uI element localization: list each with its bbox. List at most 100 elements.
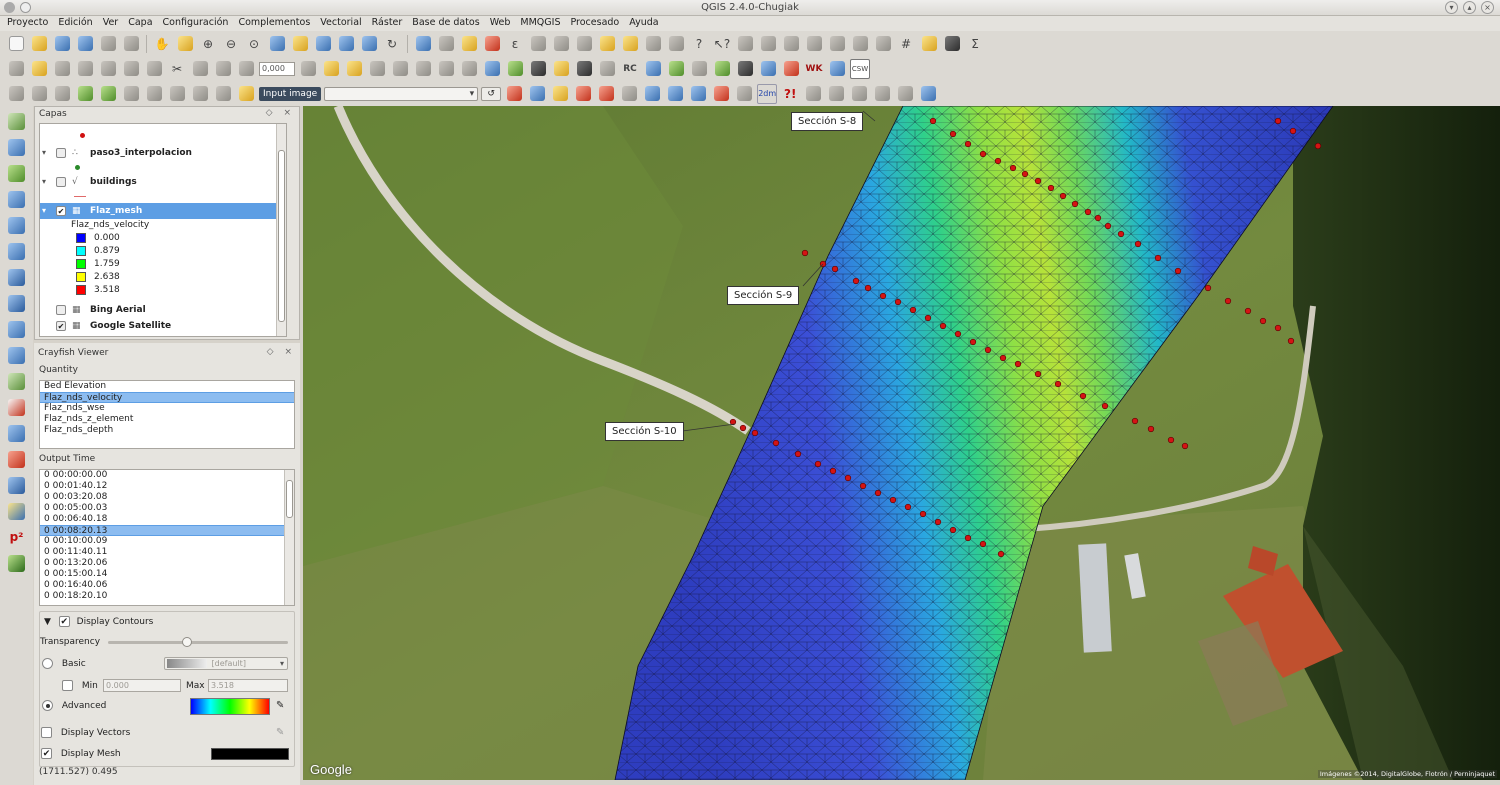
layer-row-paso3[interactable]: ▾ ∴ paso3_interpolacion bbox=[40, 145, 286, 161]
time-item[interactable]: 0 00:01:40.12 bbox=[40, 481, 294, 492]
time-item[interactable]: 0 00:00:00.00 bbox=[40, 470, 294, 481]
label-rotate-icon[interactable] bbox=[413, 59, 433, 79]
transparency-slider[interactable] bbox=[108, 641, 288, 644]
measure-line-icon[interactable] bbox=[574, 34, 594, 54]
digitize-b-icon[interactable] bbox=[826, 84, 846, 104]
layer-visibility-checkbox[interactable]: ✔ bbox=[56, 206, 66, 216]
p2-icon[interactable]: p² bbox=[6, 526, 28, 548]
mesh-select-icon[interactable] bbox=[688, 84, 708, 104]
raster-calc-icon[interactable] bbox=[550, 84, 570, 104]
time-item[interactable]: 0 00:16:40.06 bbox=[40, 580, 294, 591]
edit-pencil-icon[interactable] bbox=[6, 59, 26, 79]
node-tool-icon[interactable] bbox=[121, 59, 141, 79]
min-max-checkbox[interactable] bbox=[62, 680, 73, 691]
collapse-arrow-icon[interactable]: ▾ bbox=[42, 174, 46, 190]
layer-visibility-checkbox[interactable] bbox=[56, 305, 66, 315]
twodm-icon[interactable]: 2dm bbox=[757, 83, 778, 104]
plugin-i-icon[interactable] bbox=[942, 34, 962, 54]
paste-icon[interactable] bbox=[213, 59, 233, 79]
refresh-icon[interactable]: ↻ bbox=[382, 34, 402, 54]
label-pin-icon[interactable] bbox=[344, 59, 364, 79]
display-mesh-checkbox[interactable]: ✔ bbox=[41, 748, 52, 759]
collapse-triangle-icon[interactable]: ▼ bbox=[44, 617, 51, 627]
add-oracle-icon[interactable] bbox=[121, 84, 141, 104]
info-icon[interactable] bbox=[918, 84, 938, 104]
plugin-pin-icon[interactable] bbox=[597, 59, 617, 79]
copy-icon[interactable] bbox=[190, 59, 210, 79]
add-raster-layer-icon[interactable] bbox=[6, 136, 28, 158]
zoom-native-icon[interactable]: ⊙ bbox=[244, 34, 264, 54]
mesh-triangulate-icon[interactable] bbox=[734, 84, 754, 104]
wk-icon[interactable]: WK bbox=[804, 59, 824, 79]
basic-radio[interactable] bbox=[42, 658, 53, 669]
edit-ramp-icon[interactable]: ✎ bbox=[276, 700, 284, 712]
plugin-chart-icon[interactable] bbox=[827, 59, 847, 79]
vector-options-icon[interactable]: ✎ bbox=[276, 727, 284, 739]
add-postgis-layer-icon[interactable] bbox=[6, 188, 28, 210]
move-feature-icon[interactable] bbox=[98, 59, 118, 79]
layer-visibility-checkbox[interactable]: ✔ bbox=[56, 321, 66, 331]
add-mssql-layer-icon[interactable] bbox=[6, 318, 28, 340]
new-shapefile-icon[interactable] bbox=[6, 370, 28, 392]
expand-arrow-icon[interactable]: ▸ bbox=[42, 334, 46, 336]
display-vectors-checkbox[interactable] bbox=[41, 727, 52, 738]
layer-visibility-checkbox[interactable] bbox=[56, 177, 66, 187]
xyz-icon[interactable] bbox=[298, 59, 318, 79]
pan-hand-icon[interactable]: ✋ bbox=[152, 34, 172, 54]
layer-tree-scrollbar[interactable] bbox=[276, 124, 286, 336]
plugin-y-icon[interactable] bbox=[758, 59, 778, 79]
monitor-icon[interactable] bbox=[642, 84, 662, 104]
menu-complementos[interactable]: Complementos bbox=[233, 16, 315, 31]
plugin-terrain-icon[interactable] bbox=[712, 59, 732, 79]
crayfish-icon[interactable] bbox=[482, 59, 502, 79]
rotation-spinbox[interactable]: 0,000 bbox=[259, 61, 295, 76]
label-change-icon[interactable] bbox=[436, 59, 456, 79]
menu-ver[interactable]: Ver bbox=[98, 16, 124, 31]
plugin-a-icon[interactable] bbox=[735, 34, 755, 54]
raster-stretch-icon[interactable] bbox=[596, 84, 616, 104]
mesh-color-button[interactable] bbox=[211, 748, 289, 760]
time-list-scrollbar[interactable] bbox=[284, 470, 294, 605]
scrollbar-thumb[interactable] bbox=[286, 480, 293, 518]
edit-layer-icon[interactable] bbox=[6, 500, 28, 522]
menu-capa[interactable]: Capa bbox=[123, 16, 157, 31]
plugin-face-icon[interactable] bbox=[551, 59, 571, 79]
map-tips-icon[interactable] bbox=[597, 34, 617, 54]
deselect-icon[interactable] bbox=[482, 34, 502, 54]
panel-float-close-icon[interactable]: ◇ × bbox=[267, 347, 296, 357]
run-action-icon[interactable] bbox=[436, 34, 456, 54]
delete-selected-icon[interactable] bbox=[144, 59, 164, 79]
zoom-full-icon[interactable] bbox=[267, 34, 287, 54]
add-wfs-icon[interactable] bbox=[190, 84, 210, 104]
add-delimited-icon[interactable] bbox=[213, 84, 233, 104]
layer-row-srtm[interactable]: ▸ ✔ ▦ srtm_38_03 bbox=[40, 334, 286, 336]
close-button[interactable]: × bbox=[1481, 1, 1494, 14]
profile-icon[interactable] bbox=[504, 84, 524, 104]
minimize-button[interactable]: ▾ bbox=[1445, 1, 1458, 14]
new-print-composer-icon[interactable] bbox=[98, 34, 118, 54]
layer-row-flaz-mesh[interactable]: ▾ ✔ ▦ Flaz_mesh bbox=[40, 203, 286, 219]
add-raster-icon[interactable] bbox=[29, 84, 49, 104]
plugin-e-icon[interactable] bbox=[827, 34, 847, 54]
binoculars-icon[interactable] bbox=[735, 59, 755, 79]
max-field[interactable]: 3.518 bbox=[208, 679, 288, 692]
display-contours-checkbox[interactable]: ✔ bbox=[58, 616, 70, 627]
map-canvas[interactable]: Sección S-8 Sección S-9 Sección S-10 Goo… bbox=[303, 106, 1500, 780]
plugin-route-icon[interactable] bbox=[643, 59, 663, 79]
rotate-icon[interactable] bbox=[236, 59, 256, 79]
transparency-slider-handle[interactable] bbox=[182, 637, 192, 647]
settings-icon[interactable] bbox=[619, 84, 639, 104]
label-show-icon[interactable] bbox=[367, 59, 387, 79]
time-item-selected[interactable]: 0 00:08:20.13 bbox=[40, 525, 294, 536]
add-postgis-icon[interactable] bbox=[52, 84, 72, 104]
remove-layer-icon[interactable] bbox=[6, 396, 28, 418]
touch-icon[interactable] bbox=[6, 422, 28, 444]
menu-web[interactable]: Web bbox=[485, 16, 516, 31]
cycle-icon[interactable] bbox=[665, 84, 685, 104]
layer-visibility-checkbox[interactable] bbox=[56, 148, 66, 158]
layer-row-bing-aerial[interactable]: ▦ Bing Aerial bbox=[40, 302, 286, 318]
time-item[interactable]: 0 00:11:40.11 bbox=[40, 547, 294, 558]
time-item[interactable]: 0 00:10:00.09 bbox=[40, 536, 294, 547]
input-image-select[interactable] bbox=[324, 86, 479, 101]
add-vector-layer-icon[interactable] bbox=[6, 110, 28, 132]
